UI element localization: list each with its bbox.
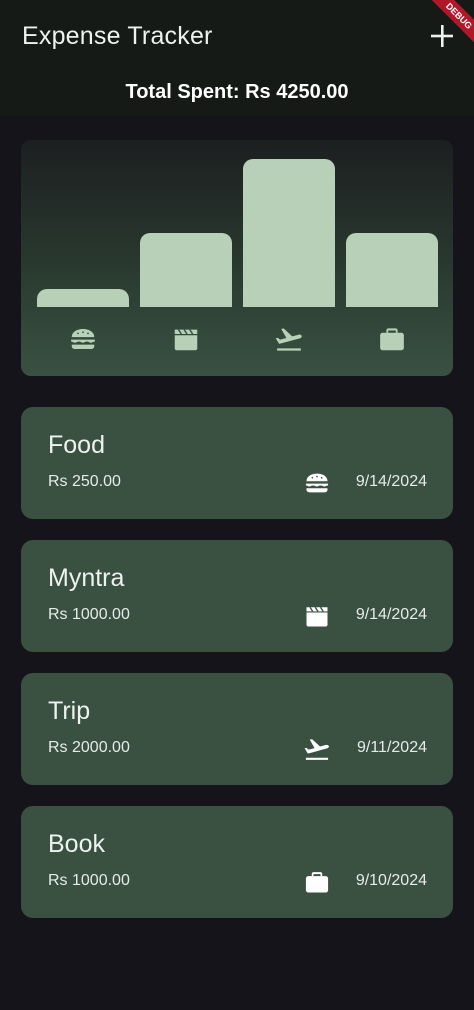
expense-item[interactable]: Myntra Rs 1000.00 9/14/2024 [21,540,453,652]
expense-date: 9/14/2024 [355,606,427,623]
chart-bar-travel [243,159,335,307]
expense-amount: Rs 250.00 [48,473,121,490]
expense-date: 9/10/2024 [355,872,427,889]
expense-date: 9/14/2024 [355,473,427,490]
total-spent-label: Total Spent: Rs 4250.00 [125,81,349,103]
expense-amount: Rs 2000.00 [48,739,130,756]
add-expense-button[interactable] [426,20,458,52]
app-title: Expense Tracker [22,22,213,50]
chart-bar-food [37,289,129,307]
app-bar: Expense Tracker DEBUG Total Spent: Rs 42… [0,0,474,116]
plus-icon [431,25,453,47]
briefcase-icon [377,324,407,354]
expense-title: Trip [48,697,91,725]
clapperboard-icon [303,602,331,630]
expense-item[interactable]: Book Rs 1000.00 9/10/2024 [21,806,453,918]
flight-takeoff-icon [274,324,304,354]
chart-bars [21,140,453,307]
expense-date: 9/11/2024 [357,739,427,756]
chart-bar-leisure [140,233,232,307]
burger-icon [303,469,331,497]
expense-amount: Rs 1000.00 [48,606,130,623]
expense-item[interactable]: Food Rs 250.00 9/14/2024 [21,407,453,519]
chart-category-icons [21,324,453,354]
expense-item[interactable]: Trip Rs 2000.00 9/11/2024 [21,673,453,785]
clapperboard-icon [171,324,201,354]
expense-title: Book [48,830,105,858]
burger-icon [68,324,98,354]
flight-takeoff-icon [303,735,331,763]
expense-title: Myntra [48,564,125,592]
expense-amount: Rs 1000.00 [48,872,130,889]
briefcase-icon [303,868,331,896]
expense-title: Food [48,431,105,459]
expense-chart [21,140,453,376]
chart-bar-work [346,233,438,307]
